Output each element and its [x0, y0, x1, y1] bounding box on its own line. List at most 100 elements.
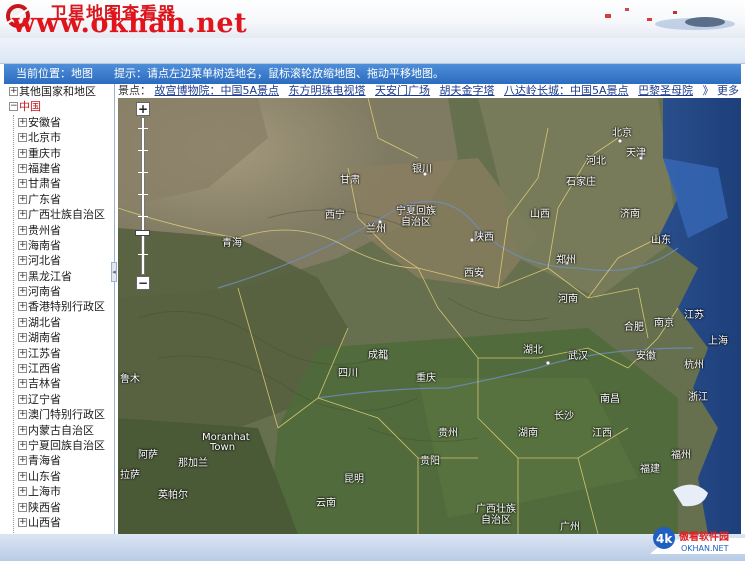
tree-item-label[interactable]: 山西省: [28, 515, 61, 530]
tree-item-province[interactable]: + 辽宁省: [4, 392, 114, 407]
expand-icon[interactable]: +: [18, 210, 27, 220]
tree-item-province[interactable]: + 香港特别行政区: [4, 299, 114, 314]
tree-item-province[interactable]: + 内蒙古自治区: [4, 423, 114, 438]
tree-item-province[interactable]: + 湖北省: [4, 315, 114, 330]
tree-item-province[interactable]: + 青海省: [4, 453, 114, 468]
expand-icon[interactable]: +: [18, 317, 27, 327]
expand-icon[interactable]: +: [18, 456, 27, 466]
hotspot-link-notredame[interactable]: 巴黎圣母院: [638, 84, 693, 97]
tree-item-label[interactable]: 重庆市: [28, 146, 61, 161]
expand-icon[interactable]: +: [18, 394, 27, 404]
tree-item-province[interactable]: + 陕西省: [4, 500, 114, 515]
hotspot-more-link[interactable]: 》 更多: [703, 84, 740, 97]
zoom-slider-track[interactable]: [141, 117, 145, 275]
tree-item-label[interactable]: 广东省: [28, 192, 61, 207]
tree-item-province[interactable]: + 湖南省: [4, 330, 114, 345]
expand-icon[interactable]: +: [18, 117, 27, 127]
tree-item-province[interactable]: + 重庆市: [4, 146, 114, 161]
tree-item-label[interactable]: 贵州省: [28, 223, 61, 238]
expand-icon[interactable]: +: [18, 225, 27, 235]
tree-item-label[interactable]: 上海市: [28, 484, 61, 499]
expand-icon[interactable]: +: [18, 333, 27, 343]
tree-item-province[interactable]: + 广东省: [4, 192, 114, 207]
zoom-in-button[interactable]: +: [136, 102, 150, 116]
expand-icon[interactable]: +: [18, 471, 27, 481]
tree-item-china[interactable]: − 中国: [4, 99, 114, 114]
sidebar-collapse-handle[interactable]: ◂: [111, 262, 117, 282]
tree-item-label[interactable]: 广西壮族自治区: [28, 207, 105, 222]
expand-icon[interactable]: +: [9, 87, 18, 96]
expand-icon[interactable]: +: [18, 425, 27, 435]
expand-icon[interactable]: +: [18, 133, 27, 143]
tree-item-label[interactable]: 北京市: [28, 130, 61, 145]
expand-icon[interactable]: +: [18, 502, 27, 512]
hotspot-link-tiananmen[interactable]: 天安门广场: [375, 84, 430, 97]
tree-item-label[interactable]: 山东省: [28, 469, 61, 484]
tree-item-world[interactable]: + 其他国家和地区: [4, 84, 114, 99]
tree-item-label[interactable]: 澳门特别行政区: [28, 407, 105, 422]
tree-item-province[interactable]: + 安徽省: [4, 115, 114, 130]
tree-item-province[interactable]: + 河南省: [4, 284, 114, 299]
tree-item-label[interactable]: 吉林省: [28, 376, 61, 391]
tree-item-province[interactable]: + 黑龙江省: [4, 269, 114, 284]
hotspot-link-pyramid[interactable]: 胡夫金字塔: [440, 84, 495, 97]
tree-item-label[interactable]: 河北省: [28, 253, 61, 268]
tree-item-label[interactable]: 甘肃省: [28, 176, 61, 191]
tree-item-label[interactable]: 江西省: [28, 361, 61, 376]
tree-item-label[interactable]: 安徽省: [28, 115, 61, 130]
tree-item-province[interactable]: + 甘肃省: [4, 176, 114, 191]
tree-item-province[interactable]: + 贵州省: [4, 223, 114, 238]
hotspot-link-dongfangmingzhu[interactable]: 东方明珠电视塔: [289, 84, 366, 97]
tree-item-province[interactable]: + 上海市: [4, 484, 114, 499]
expand-icon[interactable]: +: [18, 287, 27, 297]
tree-item-label[interactable]: 陕西省: [28, 500, 61, 515]
tree-item-label[interactable]: 黑龙江省: [28, 269, 72, 284]
tree-item-label[interactable]: 海南省: [28, 238, 61, 253]
tree-item-province[interactable]: + 江苏省: [4, 346, 114, 361]
tree-item-label[interactable]: 宁夏回族自治区: [28, 438, 105, 453]
tree-item-label[interactable]: 内蒙古自治区: [28, 423, 94, 438]
zoom-slider-handle[interactable]: [135, 230, 150, 236]
tree-item-province[interactable]: + 山东省: [4, 469, 114, 484]
tree-item-label[interactable]: 其他国家和地区: [19, 84, 96, 99]
tree-item-province[interactable]: + 广西壮族自治区: [4, 207, 114, 222]
hotspot-link-gugong[interactable]: 故宫博物院：中国5A景点: [155, 84, 280, 97]
expand-icon[interactable]: +: [18, 302, 27, 312]
expand-icon[interactable]: +: [18, 379, 27, 389]
tree-item-label[interactable]: 河南省: [28, 284, 61, 299]
tree-item-province[interactable]: + 山西省: [4, 515, 114, 530]
region-tree[interactable]: + 其他国家和地区 − 中国 + 安徽省 + 北京市 + 重庆市 + 福建省 + 甘肃省 + 广东省 +…: [4, 84, 115, 534]
tree-item-label[interactable]: 青海省: [28, 453, 61, 468]
expand-icon[interactable]: +: [18, 487, 27, 497]
tree-item-province[interactable]: + 江西省: [4, 361, 114, 376]
tree-item-label[interactable]: 辽宁省: [28, 392, 61, 407]
expand-icon[interactable]: +: [18, 163, 27, 173]
tree-item-province[interactable]: + 河北省: [4, 253, 114, 268]
expand-icon[interactable]: +: [18, 148, 27, 158]
expand-icon[interactable]: +: [18, 410, 27, 420]
expand-icon[interactable]: +: [18, 256, 27, 266]
expand-icon[interactable]: +: [18, 179, 27, 189]
collapse-icon[interactable]: −: [9, 102, 18, 112]
tree-item-label[interactable]: 中国: [19, 99, 41, 114]
satellite-map[interactable]: 北京 天津 河北 石家庄 银川 甘肃 宁夏回族 自治区 山西 济南 山东 西宁 …: [118, 98, 741, 534]
zoom-out-button[interactable]: −: [136, 276, 150, 290]
expand-icon[interactable]: +: [18, 271, 27, 281]
tree-item-province[interactable]: + 澳门特别行政区: [4, 407, 114, 422]
expand-icon[interactable]: +: [18, 348, 27, 358]
tree-item-label[interactable]: 江苏省: [28, 346, 61, 361]
hotspot-link-greatwall[interactable]: 八达岭长城：中国5A景点: [504, 84, 629, 97]
expand-icon[interactable]: +: [18, 364, 27, 374]
tree-item-province[interactable]: + 吉林省: [4, 376, 114, 391]
expand-icon[interactable]: +: [18, 440, 27, 450]
tree-item-province[interactable]: + 海南省: [4, 238, 114, 253]
tree-item-label[interactable]: 福建省: [28, 161, 61, 176]
tree-item-label[interactable]: 湖南省: [28, 330, 61, 345]
tree-item-province[interactable]: + 北京市: [4, 130, 114, 145]
tree-item-label[interactable]: 香港特别行政区: [28, 299, 105, 314]
expand-icon[interactable]: +: [18, 517, 27, 527]
tree-item-province[interactable]: + 福建省: [4, 161, 114, 176]
tree-item-label[interactable]: 湖北省: [28, 315, 61, 330]
tree-item-province[interactable]: + 宁夏回族自治区: [4, 438, 114, 453]
expand-icon[interactable]: +: [18, 240, 27, 250]
